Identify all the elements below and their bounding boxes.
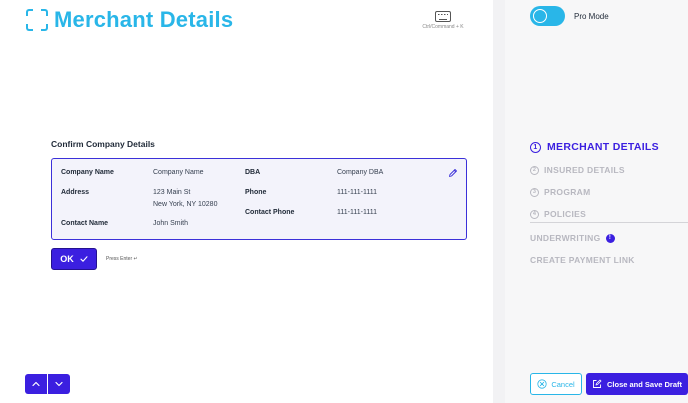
save-label: Close and Save Draft — [606, 379, 683, 389]
pro-mode-label: Pro Mode — [574, 12, 609, 21]
scan-frame-icon — [26, 9, 48, 31]
press-enter-hint: Press Enter ↵ — [106, 256, 138, 262]
contact-name-value: John Smith — [153, 220, 189, 227]
step-number: 3 — [530, 187, 539, 197]
question-nav — [25, 374, 70, 394]
step-list: 1 MERCHANT DETAILS 2 INSURED DETAILS 3 P… — [530, 135, 659, 225]
underwriting-item[interactable]: UNDERWRITING ! — [530, 233, 615, 243]
step-program[interactable]: 3 PROGRAM — [530, 181, 659, 203]
main-panel: Merchant Details Ctrl/Command + K Confir… — [0, 0, 493, 403]
chevron-down-icon — [55, 381, 63, 387]
chevron-up-icon — [32, 381, 40, 387]
company-name-label: Company Name — [61, 169, 114, 176]
address-line2: New York, NY 10280 — [153, 201, 218, 208]
create-payment-link-item[interactable]: CREATE PAYMENT LINK — [530, 255, 635, 265]
pencil-icon[interactable] — [448, 168, 458, 178]
contact-name-label: Contact Name — [61, 220, 109, 227]
sidebar-divider — [530, 222, 688, 223]
cancel-button[interactable]: Cancel — [530, 373, 582, 395]
step-number: 4 — [530, 209, 539, 219]
cancel-label: Cancel — [551, 379, 575, 389]
address-line1: 123 Main St — [153, 189, 191, 196]
keyboard-shortcut-hint[interactable]: Ctrl/Command + K — [418, 11, 468, 30]
step-number: 2 — [530, 165, 539, 175]
step-number: 1 — [530, 141, 541, 153]
address-label: Address — [61, 189, 90, 196]
edit-square-icon — [593, 379, 602, 388]
close-circle-icon — [537, 379, 547, 389]
step-merchant-details[interactable]: 1 MERCHANT DETAILS — [530, 135, 659, 159]
keyboard-icon[interactable] — [435, 11, 451, 22]
step-label: MERCHANT DETAILS — [547, 141, 659, 153]
dba-label: DBA — [245, 169, 261, 176]
shortcut-hint-text: Ctrl/Command + K — [422, 24, 464, 30]
previous-button[interactable] — [25, 374, 47, 394]
underwriting-label: UNDERWRITING — [530, 233, 601, 243]
ok-button[interactable]: OK — [51, 248, 97, 270]
contact-phone-value: 111-111-1111 — [337, 209, 377, 216]
next-button[interactable] — [48, 374, 70, 394]
step-insured-details[interactable]: 2 INSURED DETAILS — [530, 159, 659, 181]
step-label: PROGRAM — [544, 187, 591, 197]
page-header: Merchant Details — [26, 7, 233, 33]
ok-label: OK — [60, 254, 74, 264]
check-icon — [80, 256, 88, 262]
right-sidebar: Pro Mode 1 MERCHANT DETAILS 2 INSURED DE… — [493, 0, 688, 403]
phone-value: 111-111-1111 — [337, 189, 377, 196]
step-label: POLICIES — [544, 209, 587, 219]
contact-phone-label: Contact Phone — [245, 209, 295, 216]
payment-link-label: CREATE PAYMENT LINK — [530, 255, 635, 265]
dba-value: Company DBA — [337, 169, 384, 176]
company-details-card: Company Name Company Name DBA Company DB… — [51, 158, 467, 240]
step-label: INSURED DETAILS — [544, 165, 625, 175]
sidebar-content: Pro Mode 1 MERCHANT DETAILS 2 INSURED DE… — [505, 0, 688, 403]
phone-label: Phone — [245, 189, 267, 196]
pro-mode-toggle[interactable] — [530, 6, 565, 26]
section-title: Confirm Company Details — [51, 139, 155, 149]
close-and-save-draft-button[interactable]: Close and Save Draft — [586, 373, 688, 395]
ok-row: OK Press Enter ↵ — [51, 248, 138, 270]
company-name-value: Company Name — [153, 169, 204, 176]
toggle-knob — [533, 9, 547, 23]
alert-icon: ! — [605, 233, 615, 243]
page-title: Merchant Details — [54, 7, 234, 32]
